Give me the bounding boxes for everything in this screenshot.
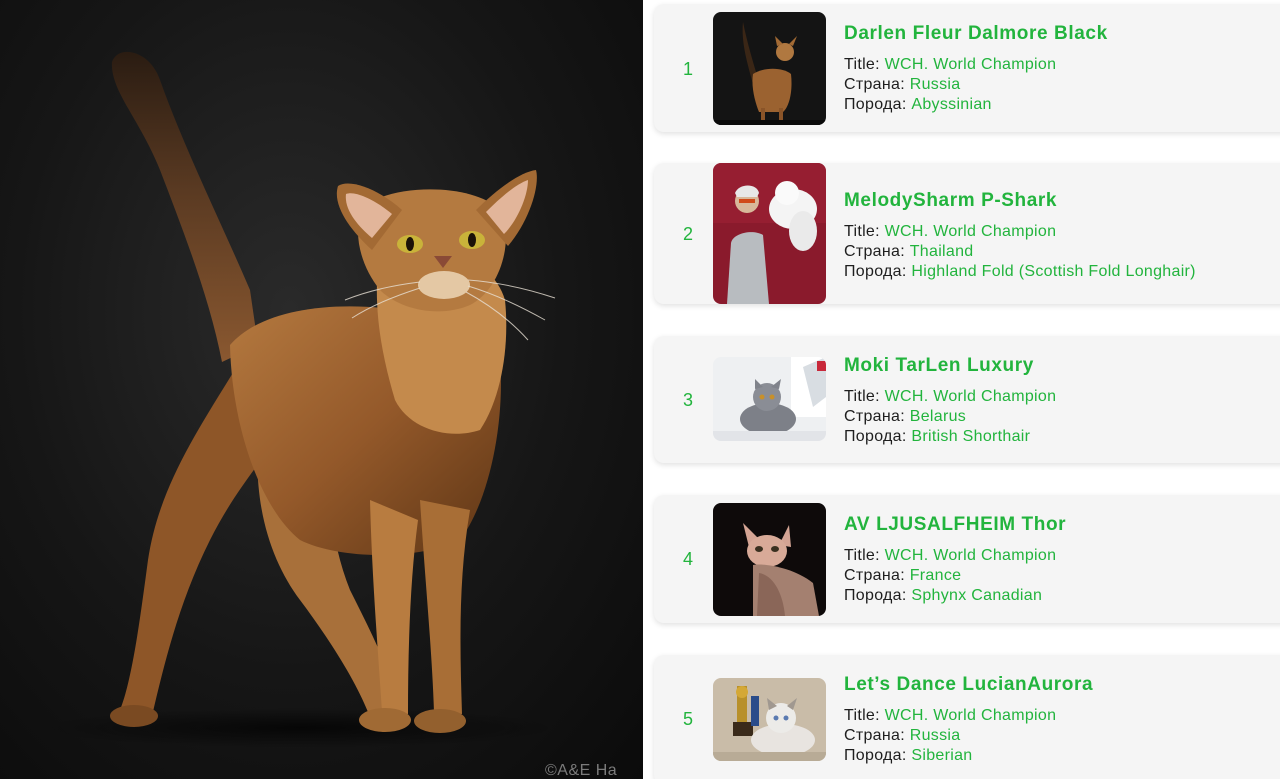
list-item[interactable]: 3 Moki TarLen Luxury Title: WCH. World C… [654,336,1280,463]
cat-name-link[interactable]: MelodySharm P-Shark [844,190,1196,212]
sphynx-cat-thumbnail[interactable] [713,503,826,616]
cat-info: MelodySharm P-Shark Title: WCH. World Ch… [844,190,1196,282]
cat-info: AV LJUSALFHEIM Thor Title: WCH. World Ch… [844,514,1066,606]
list-item[interactable]: 4 AV LJUSALFHEIM Thor Title: WCH. World … [654,495,1280,623]
country-row: Страна: Russia [844,76,961,93]
cat-name-link[interactable]: AV LJUSALFHEIM Thor [844,514,1066,536]
owner-with-white-cat-thumbnail[interactable] [713,163,826,304]
rank-number: 5 [682,709,693,729]
country-row: Страна: Russia [844,727,961,744]
title-row: Title: WCH. World Champion [844,56,1057,73]
champion-ranking-list: 1 Darlen Fleur Dalmore Black Title: WCH.… [643,0,1280,779]
cat-name-link[interactable]: Let’s Dance LucianAurora [844,674,1093,696]
rank-number: 1 [682,59,693,79]
rank-number: 2 [682,224,693,244]
cat-name-link[interactable]: Darlen Fleur Dalmore Black [844,23,1108,45]
hero-cat-photo: ©A&E Ha [0,0,643,779]
cat-info: Let’s Dance LucianAurora Title: WCH. Wor… [844,674,1093,766]
rank-number: 3 [682,390,693,410]
country-row: Страна: Thailand [844,243,974,260]
breed-row: Порода: Siberian [844,747,973,764]
country-row: Страна: Belarus [844,408,967,425]
title-row: Title: WCH. World Champion [844,388,1057,405]
list-item[interactable]: 2 MelodySharm P-Shark Title: WCH. World … [654,163,1280,304]
country-row: Страна: France [844,567,962,584]
cat-info: Moki TarLen Luxury Title: WCH. World Cha… [844,355,1056,447]
siberian-cat-thumbnail[interactable] [713,678,826,761]
list-item[interactable]: 5 Let’s Dance LucianAurora Title: WCH. W… [654,655,1280,779]
abyssinian-cat-illustration [40,51,560,748]
abyssinian-cat-thumbnail[interactable] [713,12,826,125]
british-shorthair-thumbnail[interactable] [713,357,826,441]
title-row: Title: WCH. World Champion [844,223,1057,240]
list-item[interactable]: 1 Darlen Fleur Dalmore Black Title: WCH.… [654,4,1280,132]
title-row: Title: WCH. World Champion [844,547,1057,564]
breed-row: Порода: Abyssinian [844,96,992,113]
breed-row: Порода: Highland Fold (Scottish Fold Lon… [844,263,1196,280]
breed-row: Порода: Sphynx Canadian [844,587,1043,604]
cat-name-link[interactable]: Moki TarLen Luxury [844,355,1056,377]
rank-number: 4 [682,549,693,569]
breed-row: Порода: British Shorthair [844,428,1031,445]
cat-info: Darlen Fleur Dalmore Black Title: WCH. W… [844,23,1108,115]
photo-credit: ©A&E Ha [545,762,618,779]
title-row: Title: WCH. World Champion [844,707,1057,724]
